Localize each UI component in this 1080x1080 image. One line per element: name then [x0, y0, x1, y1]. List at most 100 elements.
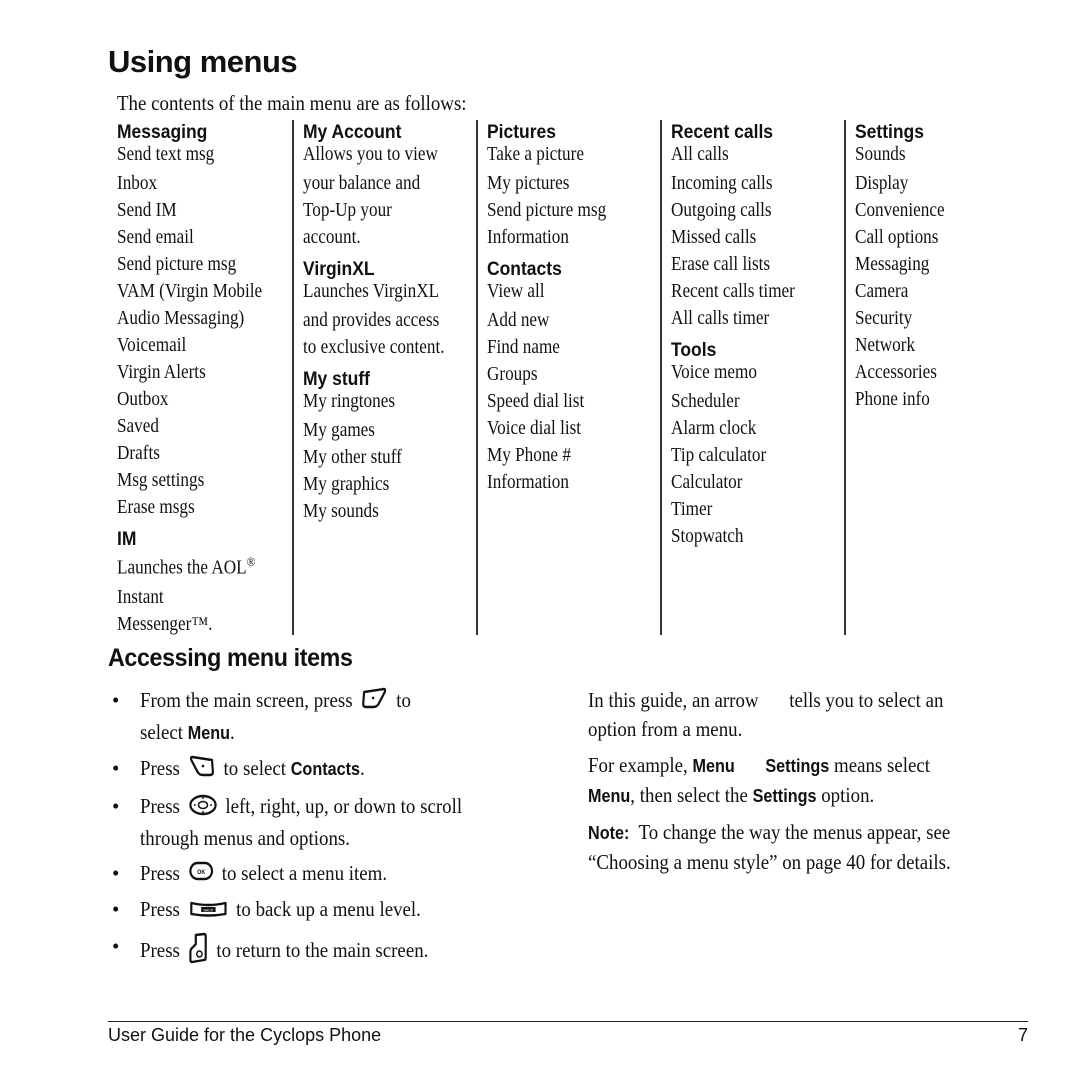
menu-group-heading: Contacts: [487, 259, 562, 280]
contacts-label: Contacts: [290, 759, 361, 780]
menu-item: Timer: [671, 499, 713, 520]
menu-item: Allows you to view: [303, 144, 438, 165]
nav-key-icon: [188, 794, 217, 824]
instruction-text: Press: [140, 860, 180, 885]
menu-item: Sounds: [855, 144, 906, 165]
instruction-item: • From the main screen, press to select …: [110, 686, 550, 748]
menu-column: Pictures Take a picture My pictures Send pi…: [476, 120, 660, 635]
settings-label: Settings: [752, 786, 817, 806]
menu-item: Groups: [487, 364, 538, 385]
menu-group: Tools Voice memo Scheduler Alarm clock Tip c…: [671, 340, 844, 550]
menu-item: account.: [303, 227, 361, 248]
cross-reference-link[interactable]: “Choosing a menu style” on page 40 for d…: [588, 850, 951, 874]
menu-item: Send text msg: [117, 144, 215, 165]
end-key-icon: [188, 932, 208, 972]
menu-item: Msg settings: [117, 470, 205, 491]
paragraph-text: In this guide, an arrow: [588, 688, 759, 712]
punctuation: .: [360, 756, 365, 781]
menu-label: Menu: [692, 756, 735, 776]
menu-item: Voice memo: [671, 362, 757, 383]
paragraph-text: means select: [829, 753, 931, 777]
instruction-list: • From the main screen, press to select …: [110, 686, 550, 978]
menu-item: Calculator: [671, 472, 743, 493]
menu-group: My stuff My ringtones My games My other stu…: [303, 369, 476, 525]
menu-item: View all: [487, 281, 545, 302]
menu-column: Recent calls All calls Incoming calls Outgo…: [660, 120, 844, 635]
menu-item: Convenience: [855, 200, 945, 221]
instruction-text: Press: [140, 756, 180, 781]
menu-group-heading: Tools: [671, 340, 717, 361]
section-title: Accessing menu items: [108, 644, 353, 672]
ok-key-icon: OK: [188, 860, 213, 889]
menu-item: Stopwatch: [671, 526, 744, 547]
bullet: •: [112, 794, 120, 819]
instruction-text: to return to the main screen.: [216, 937, 429, 962]
menu-item: to exclusive content.: [303, 337, 445, 358]
menu-item: Instant: [117, 586, 164, 608]
menu-item: My graphics: [303, 474, 390, 495]
punctuation: .: [230, 720, 235, 745]
main-menu-table: Messaging Send text msg Inbox Send IM Send e…: [108, 120, 1028, 635]
menu-item: My ringtones: [303, 391, 396, 412]
instruction-text: to select a menu item.: [221, 860, 388, 885]
menu-group-heading: Recent calls: [671, 122, 774, 143]
menu-group: Settings Sounds Display Convenience Call opt…: [855, 122, 1028, 413]
menu-item: Launches VirginXL: [303, 281, 440, 302]
menu-convention-notes: In this guide, an arrow tells you to sele…: [588, 686, 1028, 884]
menu-item: Incoming calls: [671, 173, 773, 194]
menu-group-heading: Messaging: [117, 122, 208, 143]
menu-group: Contacts View all Add new Find name Groups Sp…: [487, 259, 660, 496]
menu-group-heading: VirginXL: [303, 259, 375, 280]
menu-item: Accessories: [855, 362, 937, 383]
paragraph-text: , then select the: [630, 783, 753, 807]
menu-item: Take a picture: [487, 144, 584, 165]
menu-item: Send email: [117, 227, 194, 248]
bullet: •: [112, 933, 120, 958]
menu-item: My Phone #: [487, 445, 571, 466]
paragraph-text: tells you to select an: [789, 688, 944, 712]
page-title: Using menus: [108, 44, 298, 79]
menu-item: Erase call lists: [671, 254, 771, 275]
left-softkey-icon: [361, 686, 388, 718]
instruction-text: select: [140, 720, 188, 745]
menu-item: Alarm clock: [671, 418, 757, 439]
instruction-item: • Press BACK to back up a menu level.: [110, 895, 550, 926]
menu-item: Send picture msg: [487, 200, 607, 221]
menu-item: Send picture msg: [117, 254, 237, 275]
instruction-text: Press: [140, 937, 180, 962]
menu-item: Recent calls timer: [671, 281, 795, 302]
menu-item: Find name: [487, 337, 560, 358]
bullet: •: [112, 756, 120, 781]
instruction-item: • Press left, right, up, or down to scro…: [110, 792, 550, 852]
menu-item: My games: [303, 420, 375, 441]
menu-group: IM Launches the AOL® Instant Messenger™.: [117, 529, 292, 638]
intro-text: The contents of the main menu are as fol…: [117, 91, 467, 115]
menu-item: Inbox: [117, 173, 158, 194]
instruction-text: left, right, up, or down to scroll: [225, 794, 463, 819]
menu-item: Add new: [487, 310, 550, 331]
menu-item: Drafts: [117, 443, 160, 464]
menu-item: Network: [855, 335, 916, 356]
menu-group: Pictures Take a picture My pictures Send pi…: [487, 122, 660, 251]
menu-group: VirginXL Launches VirginXL and provides ac…: [303, 259, 476, 361]
instruction-text: Press: [140, 897, 180, 922]
bullet: •: [112, 860, 120, 885]
ok-key-label: OK: [197, 870, 206, 876]
menu-column: Settings Sounds Display Convenience Call opt…: [844, 120, 1028, 635]
menu-item: Messenger™.: [117, 613, 213, 635]
menu-item: Saved: [117, 416, 159, 437]
menu-item: Launches the AOL®: [117, 554, 256, 579]
menu-group-heading: My stuff: [303, 369, 371, 390]
back-key-label: BACK: [203, 908, 213, 912]
menu-group: Messaging Send text msg Inbox Send IM Send e…: [117, 122, 292, 521]
instruction-text: to back up a menu level.: [236, 897, 421, 922]
bullet: •: [112, 897, 120, 922]
menu-item: your balance and: [303, 173, 421, 194]
menu-item: My sounds: [303, 501, 379, 522]
menu-column: My Account Allows you to view your balance…: [292, 120, 476, 635]
menu-item: Outbox: [117, 389, 169, 410]
menu-item: My other stuff: [303, 447, 402, 468]
menu-label: Menu: [187, 723, 231, 744]
menu-item: Speed dial list: [487, 391, 585, 412]
instruction-item: • Press to return to the main screen.: [110, 932, 550, 972]
